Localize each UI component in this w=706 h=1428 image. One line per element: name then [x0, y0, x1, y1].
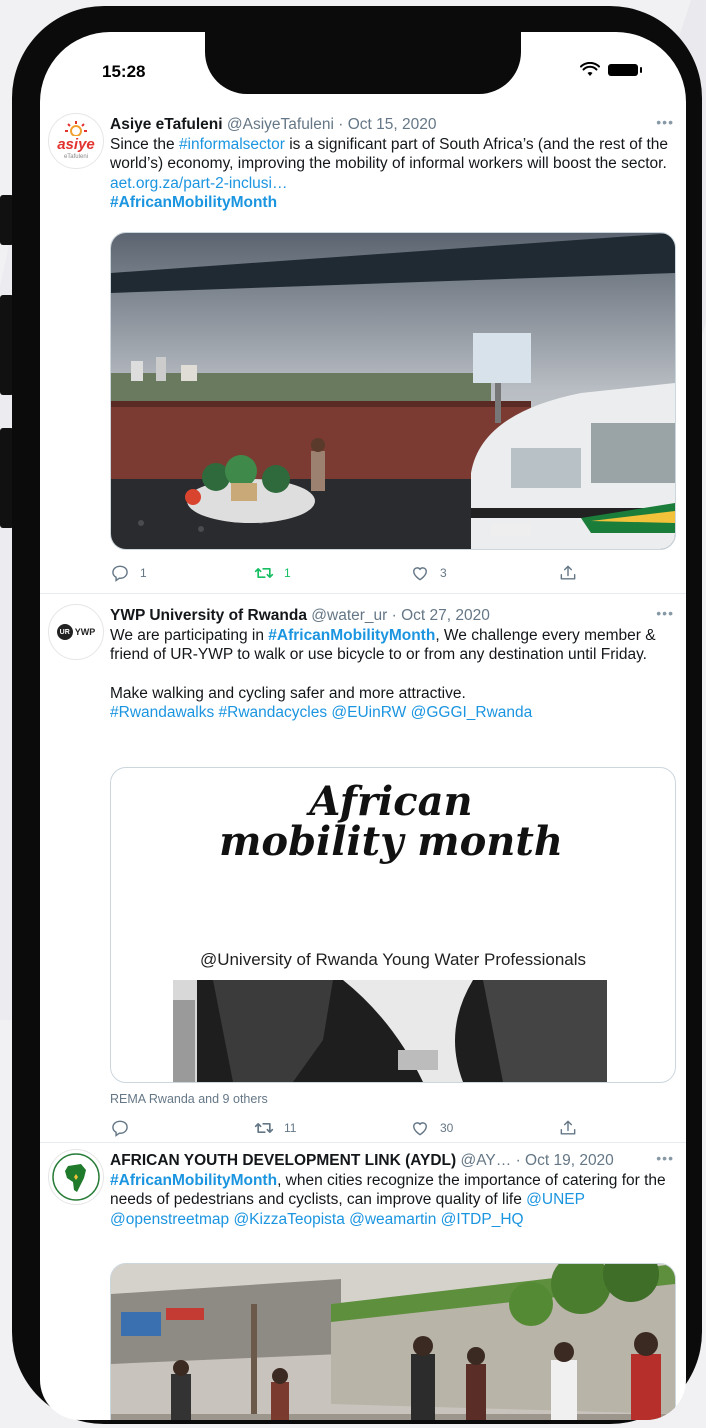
share-icon [560, 1120, 576, 1135]
author-name[interactable]: YWP University of Rwanda [110, 607, 307, 624]
status-time: 15:28 [102, 62, 146, 81]
tweet-photo[interactable] [110, 232, 676, 550]
phone-frame: 15:28 asiye eTafuleni Asiye eTafuleni @A… [12, 6, 702, 1424]
like-count: 3 [440, 566, 447, 580]
tweet-text: Since the #informalsector is a significa… [110, 135, 674, 213]
tweet-text: We are participating in #AfricanMobility… [110, 626, 674, 723]
tweet-date[interactable]: · Oct 27, 2020 [392, 607, 490, 624]
street-photo [111, 233, 675, 549]
author-name[interactable]: AFRICAN YOUTH DEVELOPMENT LINK (AYDL) [110, 1152, 456, 1169]
author-handle[interactable]: @AY… [461, 1152, 512, 1169]
tweet-1[interactable]: asiye eTafuleni Asiye eTafuleni @AsiyeTa… [40, 105, 686, 594]
tweet-header: YWP University of Rwanda @water_ur · Oct… [110, 606, 674, 626]
retweet-button[interactable]: 11 [254, 1118, 296, 1138]
reply-icon [112, 565, 128, 582]
share-icon [560, 565, 576, 580]
ur-logo-icon: UR [56, 624, 73, 640]
avatar[interactable]: UR YWP [48, 604, 104, 660]
notch [205, 32, 521, 94]
avatar[interactable] [48, 1149, 104, 1205]
battery-icon [608, 63, 642, 76]
text-segment: We are participating in [110, 626, 269, 644]
author-handle[interactable]: @water_ur [311, 607, 387, 624]
text-segment: Make walking and cycling safer and more … [110, 684, 466, 702]
tweet-photo[interactable] [110, 1263, 676, 1420]
social-context[interactable]: REMA Rwanda and 9 others [110, 1092, 268, 1106]
retweet-icon [254, 1123, 274, 1133]
wifi-icon [580, 62, 600, 76]
tweet-2[interactable]: UR YWP YWP University of Rwanda @water_u… [40, 594, 686, 1143]
tweet-header: Asiye eTafuleni @AsiyeTafuleni · Oct 15,… [110, 115, 674, 135]
tweet-body: Asiye eTafuleni @AsiyeTafuleni · Oct 15,… [110, 113, 674, 213]
more-options-icon[interactable]: ••• [656, 1149, 674, 1169]
avatar[interactable]: asiye eTafuleni [48, 113, 104, 169]
tweet-header: AFRICAN YOUTH DEVELOPMENT LINK (AYDL) @A… [110, 1151, 674, 1171]
avatar-logo-text: YWP [74, 627, 96, 637]
author-handle[interactable]: @AsiyeTafuleni [227, 116, 334, 133]
tweet-body: YWP University of Rwanda @water_ur · Oct… [110, 604, 674, 723]
retweet-count: 1 [284, 566, 291, 580]
mention-link[interactable]: @UNEP [526, 1191, 585, 1208]
reply-button[interactable] [110, 1118, 130, 1138]
tweet-date[interactable]: · Oct 15, 2020 [338, 116, 436, 133]
hashtag-link[interactable]: #AfricanMobilityMonth [268, 627, 435, 644]
tweet-photo[interactable]: African mobility month @University of Rw… [110, 767, 676, 1083]
cyclists-photo [111, 1264, 675, 1420]
status-icons [580, 62, 642, 77]
tweet-body: AFRICAN YOUTH DEVELOPMENT LINK (AYDL) @A… [110, 1149, 674, 1230]
hashtag-link[interactable]: #informalsector [179, 136, 285, 153]
share-button[interactable] [558, 1118, 578, 1138]
like-button[interactable]: 3 [410, 563, 447, 583]
text-segment: Since the [110, 135, 179, 153]
tweet-text: #AfricanMobilityMonth, when cities recog… [110, 1171, 674, 1230]
more-options-icon[interactable]: ••• [656, 604, 674, 624]
africa-map-logo-icon [52, 1153, 100, 1201]
avatar-logo-text: asiye [57, 135, 95, 153]
like-button[interactable]: 30 [410, 1118, 453, 1138]
retweet-icon [254, 568, 274, 578]
tweet-3[interactable]: AFRICAN YOUTH DEVELOPMENT LINK (AYDL) @A… [40, 1143, 686, 1420]
sun-logo-icon [64, 120, 87, 137]
hashtag-link[interactable]: #AfricanMobilityMonth [110, 194, 277, 211]
reply-button[interactable]: 1 [110, 563, 147, 583]
tweet-actions: 11 30 [110, 1118, 610, 1142]
heart-icon [413, 567, 427, 581]
url-link[interactable]: aet.org.za/part-2-inclusi… [110, 175, 287, 192]
hashtag-link[interactable]: #AfricanMobilityMonth [110, 1172, 277, 1189]
like-count: 30 [440, 1121, 454, 1135]
heart-icon [413, 1122, 427, 1136]
share-button[interactable] [558, 563, 578, 583]
retweet-button[interactable]: 1 [254, 563, 291, 583]
poster-subtitle: @University of Rwanda Young Water Profes… [199, 950, 587, 969]
mentions[interactable]: @openstreetmap @KizzaTeopista @weamartin… [110, 1211, 524, 1228]
author-name[interactable]: Asiye eTafuleni [110, 116, 223, 133]
hashtags-mentions[interactable]: #Rwandawalks #Rwandacycles @EUinRW @GGGI… [110, 704, 532, 721]
poster-title: African mobility month [219, 778, 563, 865]
tweet-date[interactable]: · Oct 19, 2020 [516, 1152, 614, 1169]
trees-photo [173, 980, 607, 1082]
more-options-icon[interactable]: ••• [656, 113, 674, 133]
reply-icon [112, 1120, 128, 1137]
reply-count: 1 [140, 566, 147, 580]
tweet-actions: 1 1 3 [110, 563, 610, 587]
retweet-count: 11 [284, 1121, 297, 1135]
screen: 15:28 asiye eTafuleni Asiye eTafuleni @A… [40, 32, 686, 1420]
